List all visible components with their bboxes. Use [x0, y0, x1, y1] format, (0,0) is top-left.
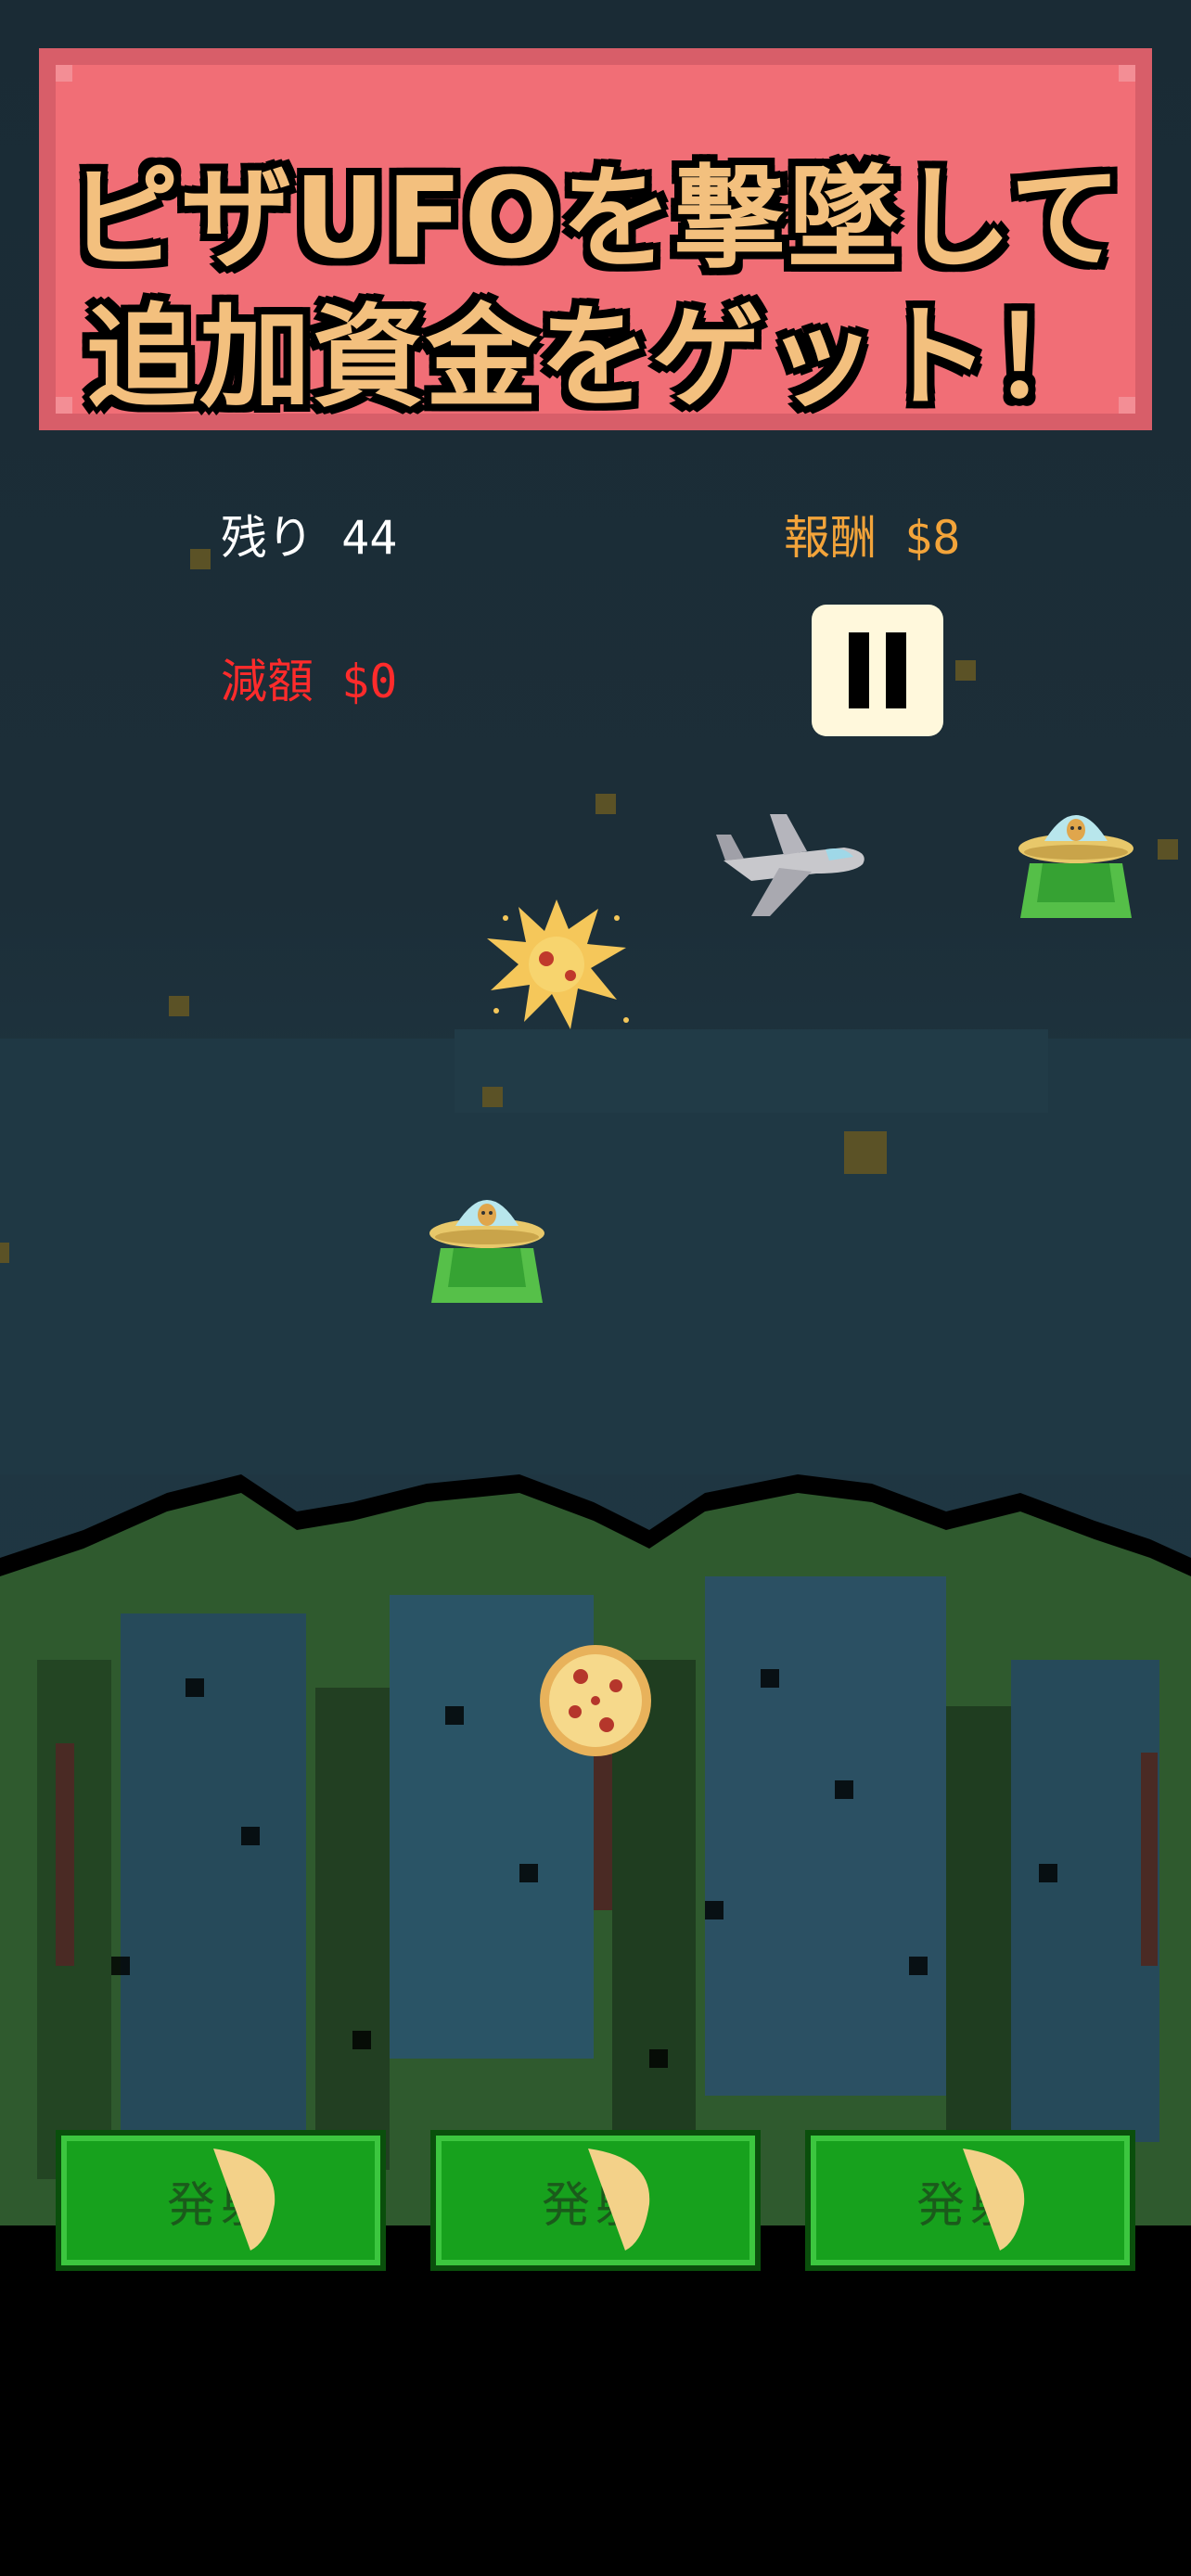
star	[482, 1087, 503, 1107]
explosion-icon	[487, 899, 629, 1029]
ufo-icon	[1018, 815, 1133, 918]
pizza-slice-icon	[213, 2149, 275, 2251]
fire-button-right[interactable]: 発射	[805, 2130, 1135, 2271]
star	[955, 660, 976, 681]
pause-icon	[886, 632, 906, 708]
forest	[0, 1474, 1191, 2225]
remaining-counter: 残り 44	[221, 511, 398, 565]
banner-corner	[56, 65, 72, 82]
pizza-slice-icon	[963, 2149, 1025, 2251]
star	[169, 996, 189, 1016]
star	[1158, 839, 1178, 860]
pause-icon	[849, 632, 869, 708]
airplane-icon	[716, 814, 864, 916]
banner-line-2: 追加資金をゲット！	[86, 294, 1105, 423]
reward-counter: 報酬 $8	[784, 511, 961, 565]
star	[0, 1243, 9, 1263]
sky-band	[455, 1029, 1048, 1113]
pizza-slice-icon	[588, 2149, 650, 2251]
pause-button[interactable]	[812, 605, 943, 736]
deduction-counter: 減額 $0	[221, 655, 398, 708]
star	[844, 1131, 887, 1174]
promo-banner: ピザUFOを撃墜して 追加資金をゲット！	[39, 48, 1152, 430]
star	[596, 794, 616, 814]
star	[190, 549, 211, 569]
fire-button-left[interactable]: 発射	[56, 2130, 386, 2271]
ufo-icon	[429, 1200, 544, 1303]
banner-corner	[1119, 65, 1135, 82]
pizza-icon	[540, 1645, 651, 1756]
fire-button-center[interactable]: 発射	[430, 2130, 761, 2271]
banner-line-1: ピザUFOを撃墜して	[68, 155, 1123, 284]
